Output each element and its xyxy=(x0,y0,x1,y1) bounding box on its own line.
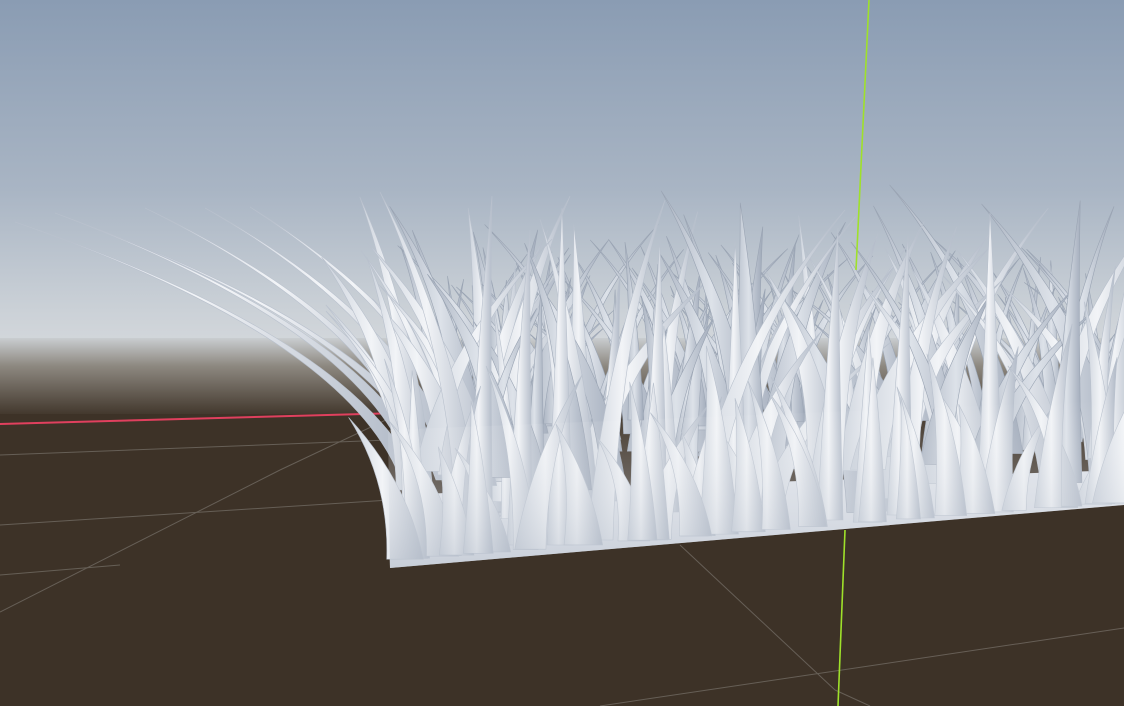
3d-viewport[interactable] xyxy=(0,0,1124,706)
viewport-scene[interactable] xyxy=(0,0,1124,706)
